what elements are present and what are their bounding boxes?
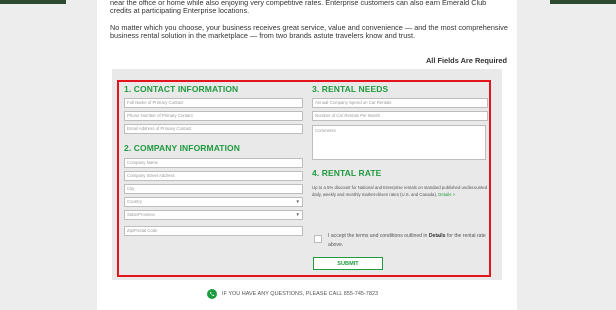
intro-text: near the office or home while also enjoy… (110, 0, 508, 49)
annual-spend-field[interactable]: Annual Company Spend on Car Rentals (312, 98, 488, 108)
full-name-placeholder: Full Name of Primary Contact (127, 100, 184, 105)
company-street-placeholder: Company Street Address (127, 173, 175, 178)
phone-field[interactable]: Phone Number of Primary Contact (124, 111, 303, 121)
country-value: Country (127, 199, 143, 204)
terms-text-before: I accept the terms and conditions outlin… (328, 233, 428, 239)
contact-info-heading: 1. CONTACT INFORMATION (124, 84, 239, 94)
rentals-per-month-placeholder: Number of Car Rentals Per Month (315, 113, 380, 118)
city-placeholder: City (127, 186, 135, 191)
rentals-per-month-field[interactable]: Number of Car Rentals Per Month (312, 111, 488, 121)
rental-rate-heading: 4. RENTAL RATE (312, 168, 382, 178)
banner-right-edge (550, 0, 616, 4)
zip-placeholder: Zip/Postal Code (127, 228, 158, 233)
zip-field[interactable]: Zip/Postal Code (124, 226, 303, 236)
email-placeholder: Email Address of Primary Contact (127, 126, 192, 131)
chevron-down-icon: ▼ (295, 199, 300, 204)
comments-textarea[interactable]: Comments (312, 125, 486, 160)
contact-phone-note: IF YOU HAVE ANY QUESTIONS, PLEASE CALL 8… (222, 291, 379, 297)
rental-needs-heading: 3. RENTAL NEEDS (312, 84, 389, 94)
terms-details-word: Details (428, 233, 446, 239)
intro-line-top: near the office or home while also enjoy… (110, 0, 487, 16)
intro-paragraph: No matter which you choose, your busines… (110, 22, 508, 41)
company-street-field[interactable]: Company Street Address (124, 171, 303, 181)
state-select[interactable]: State/Province ▼ (124, 210, 303, 220)
state-value: State/Province (127, 212, 155, 217)
full-name-field[interactable]: Full Name of Primary Contact (124, 98, 303, 108)
phone-placeholder: Phone Number of Primary Contact (127, 113, 193, 118)
annual-spend-placeholder: Annual Company Spend on Car Rentals (315, 100, 392, 105)
required-fields-note: All Fields Are Required (425, 56, 507, 65)
banner-left-edge (0, 0, 66, 4)
terms-label: I accept the terms and conditions outlin… (328, 232, 488, 249)
rental-rate-description: Up to a 5% discount for National and Ent… (312, 184, 488, 198)
company-info-heading: 2. COMPANY INFORMATION (124, 143, 241, 153)
company-name-field[interactable]: Company Name (124, 158, 303, 168)
email-field[interactable]: Email Address of Primary Contact (124, 124, 303, 134)
city-field[interactable]: City (124, 184, 303, 194)
accept-terms-checkbox[interactable] (314, 235, 322, 243)
country-select[interactable]: Country ▼ (124, 197, 303, 207)
rental-rate-text: Up to a 5% discount for National and Ent… (312, 185, 488, 198)
chevron-down-icon: ▼ (295, 212, 300, 217)
rate-details-link[interactable]: Details > (438, 192, 455, 197)
comments-placeholder: Comments (315, 128, 336, 133)
phone-icon (207, 289, 217, 299)
company-name-placeholder: Company Name (127, 160, 159, 165)
submit-button[interactable]: SUBMIT (313, 257, 383, 270)
